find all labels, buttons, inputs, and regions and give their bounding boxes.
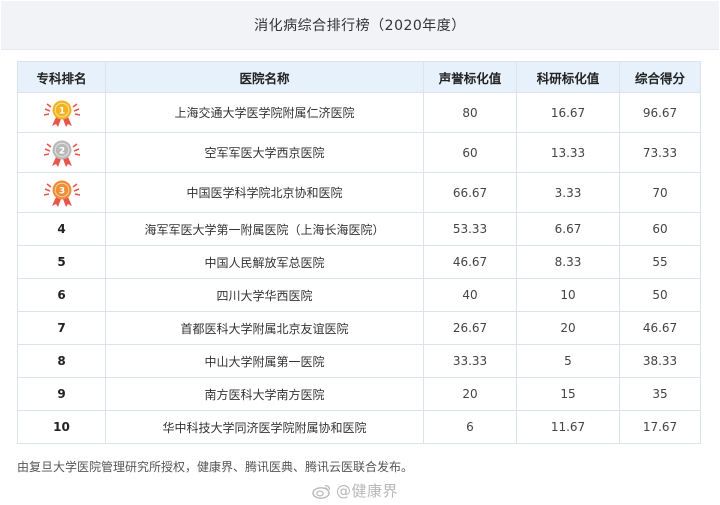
table-row: 4 海军军医大学第一附属医院（上海长海医院） 53.33 6.67 60 [17,212,701,246]
reputation-cell: 20 [423,377,517,411]
research-cell: 11.67 [516,410,620,444]
score-cell: 55 [619,245,701,279]
research-cell: 3.33 [516,172,620,213]
medal-number: 2 [58,146,64,156]
score-cell: 35 [619,377,701,411]
column-header-reputation: 声誉标化值 [423,61,517,93]
reputation-cell: 26.67 [423,311,517,345]
rank-cell: 4 [17,212,106,246]
weibo-icon [312,484,331,499]
research-cell: 13.33 [516,132,620,173]
reputation-cell: 46.67 [423,245,517,279]
hospital-name-cell: 南方医科大学南方医院 [105,377,424,411]
score-cell: 38.33 [619,344,701,378]
hospital-name-cell: 中国医学科学院北京协和医院 [105,172,424,213]
table-row: 5 中国人民解放军总医院 46.67 8.33 55 [17,245,701,279]
hospital-name-cell: 上海交通大学医学院附属仁济医院 [105,92,424,133]
column-header-rank: 专科排名 [17,61,106,93]
reputation-cell: 53.33 [423,212,517,246]
hospital-name-cell: 中山大学附属第一医院 [105,344,424,378]
reputation-cell: 33.33 [423,344,517,378]
score-cell: 50 [619,278,701,312]
score-cell: 73.33 [619,132,701,173]
silver-medal-icon: 2 [17,132,106,173]
research-cell: 20 [516,311,620,345]
column-header-research: 科研标化值 [516,61,620,93]
table-row: 8 中山大学附属第一医院 33.33 5 38.33 [17,344,701,378]
score-cell: 60 [619,212,701,246]
reputation-cell: 6 [423,410,517,444]
research-cell: 5 [516,344,620,378]
hospital-name-cell: 华中科技大学同济医学院附属协和医院 [105,410,424,444]
rank-cell: 10 [17,410,106,444]
table-row: 9 南方医科大学南方医院 20 15 35 [17,377,701,411]
reputation-cell: 40 [423,278,517,312]
rank-cell: 7 [17,311,106,345]
column-header-score: 综合得分 [619,61,701,93]
research-cell: 15 [516,377,620,411]
table-row: 7 首都医科大学附属北京友谊医院 26.67 20 46.67 [17,311,701,345]
hospital-name-cell: 海军军医大学第一附属医院（上海长海医院） [105,212,424,246]
reputation-cell: 80 [423,92,517,133]
gold-medal-icon: 1 [17,92,106,133]
rank-cell: 8 [17,344,106,378]
ranking-table: 专科排名 医院名称 声誉标化值 科研标化值 综合得分 1 上海交通大学医学院附属仁… [17,61,701,444]
medal-number: 1 [58,106,64,116]
rank-cell: 9 [17,377,106,411]
table-row: 3 中国医学科学院北京协和医院 66.67 3.33 70 [17,172,701,213]
research-cell: 10 [516,278,620,312]
score-cell: 46.67 [619,311,701,345]
hospital-name-cell: 空军军医大学西京医院 [105,132,424,173]
table-row: 2 空军军医大学西京医院 60 13.33 73.33 [17,132,701,173]
hospital-name-cell: 中国人民解放军总医院 [105,245,424,279]
research-cell: 6.67 [516,212,620,246]
rank-cell: 6 [17,278,106,312]
hospital-name-cell: 首都医科大学附属北京友谊医院 [105,311,424,345]
column-header-hospital: 医院名称 [105,61,424,93]
score-cell: 96.67 [619,92,701,133]
research-cell: 16.67 [516,92,620,133]
hospital-name-cell: 四川大学华西医院 [105,278,424,312]
reputation-cell: 66.67 [423,172,517,213]
table-row: 1 上海交通大学医学院附属仁济医院 80 16.67 96.67 [17,92,701,133]
footnote: 由复旦大学医院管理研究所授权，健康界、腾讯医典、腾讯云医联合发布。 [17,460,414,474]
watermark: @健康界 [312,480,398,501]
table-row: 10 华中科技大学同济医学院附属协和医院 6 11.67 17.67 [17,410,701,444]
watermark-text: @健康界 [336,482,399,500]
research-cell: 8.33 [516,245,620,279]
table-row: 6 四川大学华西医院 40 10 50 [17,278,701,312]
page-title: 消化病综合排行榜（2020年度） [1,1,719,50]
table-header-row: 专科排名 医院名称 声誉标化值 科研标化值 综合得分 [17,61,701,93]
bronze-medal-icon: 3 [17,172,106,213]
medal-number: 3 [58,186,64,196]
score-cell: 17.67 [619,410,701,444]
score-cell: 70 [619,172,701,213]
rank-cell: 5 [17,245,106,279]
reputation-cell: 60 [423,132,517,173]
